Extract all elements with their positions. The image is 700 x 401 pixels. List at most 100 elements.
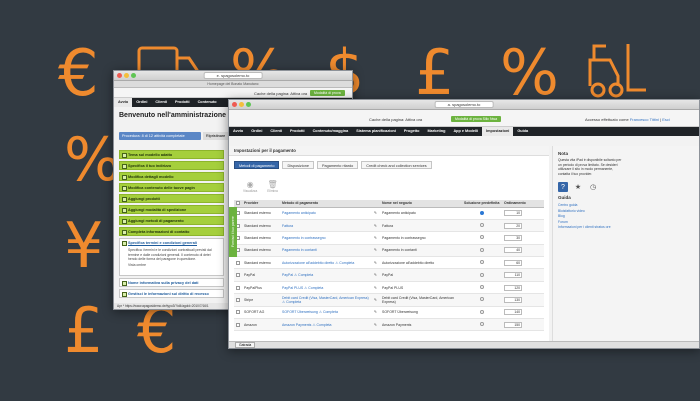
table-row[interactable]: Amazon Amazon Payments ⚠ Completa ✎ Amazon … — [234, 318, 544, 332]
row-method[interactable]: Pagamento in contanti — [280, 244, 372, 258]
menu-item-customers[interactable]: Clienti — [266, 127, 286, 136]
row-method[interactable]: PayPal PLUS ⚠ Completa — [280, 281, 372, 295]
menu-item-orders[interactable]: Ordini — [132, 98, 151, 107]
select-all-checkbox[interactable] — [236, 201, 240, 206]
row-order[interactable]: 60 — [502, 256, 544, 270]
row-select[interactable] — [234, 293, 242, 307]
default-radio[interactable] — [480, 297, 484, 302]
open-step[interactable]: Specifica termini e condizioni generali … — [119, 238, 224, 276]
row-method[interactable]: Pagamento anticipato — [280, 207, 372, 220]
guide-link[interactable]: Centro guida — [558, 203, 696, 207]
guide-link[interactable]: Informazioni per i clienti stratos ore — [558, 225, 622, 229]
menu-item-settings[interactable]: Impostazioni — [482, 127, 514, 136]
default-radio[interactable] — [480, 223, 484, 228]
step-item[interactable]: Aggiungi modalità di spedizione — [119, 205, 224, 214]
bottom-button[interactable]: Gatrada — [235, 342, 256, 348]
table-row[interactable]: Standard esterno Pagamento in contanti ✎ Pa… — [234, 244, 544, 258]
row-method[interactable]: PayPal ⚠ Completa — [280, 268, 372, 282]
header-default[interactable]: Soluzione predefinita — [462, 200, 502, 208]
menu-item-system[interactable]: Sistema pianificazioni — [352, 127, 400, 136]
address-bar[interactable]: e. spagosolemo.to — [203, 72, 263, 79]
row-order[interactable]: 20 — [502, 219, 544, 233]
order-input[interactable]: 120 — [504, 284, 522, 291]
row-select[interactable] — [234, 256, 242, 270]
row-method[interactable]: Pagamento in contrassegno — [280, 231, 372, 245]
row-select[interactable] — [234, 281, 242, 295]
row-default[interactable] — [462, 219, 502, 233]
mode-button[interactable]: Modalità di prova Silic Nwa — [451, 116, 502, 122]
step-item[interactable]: Completa informazioni di contatto — [119, 227, 224, 236]
row-edit-icon[interactable]: ✎ — [372, 256, 380, 270]
step-item[interactable]: Aggiungi prodotti — [119, 194, 224, 203]
header-store-name[interactable]: Nome nel negozio — [380, 200, 462, 208]
order-input[interactable]: 150 — [504, 321, 522, 328]
logout-link[interactable]: Esci — [662, 117, 670, 122]
order-input[interactable]: 40 — [504, 247, 522, 254]
tab-disposition[interactable]: Disposizione — [282, 161, 314, 169]
row-order[interactable]: 40 — [502, 244, 544, 258]
row-default[interactable] — [462, 318, 502, 332]
row-method[interactable]: Fattura — [280, 219, 372, 233]
row-edit-icon[interactable]: ✎ — [372, 207, 380, 220]
row-default[interactable] — [462, 281, 502, 295]
row-edit-icon[interactable]: ✎ — [372, 318, 380, 332]
row-checkbox[interactable] — [236, 273, 240, 278]
tab-payment-methods[interactable]: Metodi di pagamento — [234, 161, 280, 169]
menu-item-content[interactable]: Contenuto/maggina — [309, 127, 353, 136]
menu-item-start[interactable]: Avvio — [229, 127, 247, 136]
clock-icon[interactable]: ◷ — [588, 182, 598, 192]
guide-link[interactable]: Forum — [558, 220, 696, 224]
menu-item-products[interactable]: Prodotti — [171, 98, 194, 107]
table-row[interactable]: Standard esterno Fattura ✎ Fattura 20 — [234, 219, 544, 233]
header-provider[interactable]: Provider — [242, 200, 280, 208]
row-edit-icon[interactable]: ✎ — [372, 231, 380, 245]
mode-button[interactable]: Modalità di prova — [310, 90, 345, 96]
row-checkbox[interactable] — [236, 310, 240, 315]
step-item[interactable]: Aggiungi metodi di pagamento — [119, 216, 224, 225]
view-tool[interactable]: ◉ Visualizza — [243, 180, 257, 193]
table-row[interactable]: SOFORT AG SOFORT Überweisung ⚠ Completa ✎ S… — [234, 306, 544, 320]
table-row[interactable]: Standard esterno Autorizzazione all'addeb… — [234, 256, 544, 270]
row-order[interactable]: 10 — [502, 207, 544, 220]
order-input[interactable]: 110 — [504, 272, 522, 279]
row-order[interactable]: 110 — [502, 268, 544, 282]
row-edit-icon[interactable]: ✎ — [372, 219, 380, 233]
delete-tool[interactable]: 🗑 Elimina — [267, 180, 277, 193]
step-item[interactable]: Tema sul modello adatto — [119, 150, 224, 159]
row-edit-icon[interactable]: ✎ — [372, 293, 380, 307]
row-method[interactable]: SOFORT Überweisung ⚠ Completa — [280, 306, 372, 320]
header-select[interactable] — [234, 200, 242, 208]
header-method[interactable]: Metodo di pagamento — [280, 200, 372, 208]
row-checkbox[interactable] — [236, 297, 240, 302]
row-method[interactable]: Amazon Payments ⚠ Completa — [280, 318, 372, 332]
default-radio[interactable] — [480, 309, 484, 314]
open-step-link[interactable]: Vista ombre — [128, 263, 223, 268]
row-order[interactable]: 140 — [502, 306, 544, 320]
table-row[interactable]: Stripe Debit card Credit (Visa, MasterCar… — [234, 293, 544, 307]
table-row[interactable]: Standard esterno Pagamento anticipato ✎ Pag… — [234, 207, 544, 220]
step-item[interactable]: Modifica dettagli modello — [119, 172, 224, 181]
browser-tab[interactable]: Homepage del Bonato Manutanc — [114, 81, 352, 88]
row-checkbox[interactable] — [236, 285, 240, 290]
row-order[interactable]: 130 — [502, 293, 544, 307]
user-link[interactable]: Francesco Tittini — [630, 117, 659, 122]
help-icon[interactable]: ? — [558, 182, 568, 193]
reset-button[interactable]: Ripristinare — [203, 132, 229, 140]
menu-item-orders[interactable]: Ordini — [247, 127, 266, 136]
row-order[interactable]: 30 — [502, 231, 544, 245]
menu-item-help[interactable]: Guida — [513, 127, 532, 136]
default-radio[interactable] — [480, 235, 484, 240]
row-default[interactable] — [462, 231, 502, 245]
menu-item-content[interactable]: Contenuto — [194, 98, 221, 107]
menu-item-apps[interactable]: App e Modelli — [449, 127, 482, 136]
order-input[interactable]: 60 — [504, 259, 522, 266]
tab-credit-check[interactable]: Credit check and collection services — [361, 161, 432, 169]
row-checkbox[interactable] — [236, 322, 240, 327]
order-input[interactable]: 20 — [504, 222, 522, 229]
row-checkbox[interactable] — [236, 260, 240, 265]
row-select[interactable] — [234, 318, 242, 332]
row-select[interactable] — [234, 268, 242, 282]
default-radio[interactable] — [480, 210, 484, 215]
table-row[interactable]: PayPal PayPal ⚠ Completa ✎ PayPal 110 — [234, 268, 544, 282]
row-method[interactable]: Debit card Credit (Visa, MasterCard, Ame… — [280, 293, 372, 307]
